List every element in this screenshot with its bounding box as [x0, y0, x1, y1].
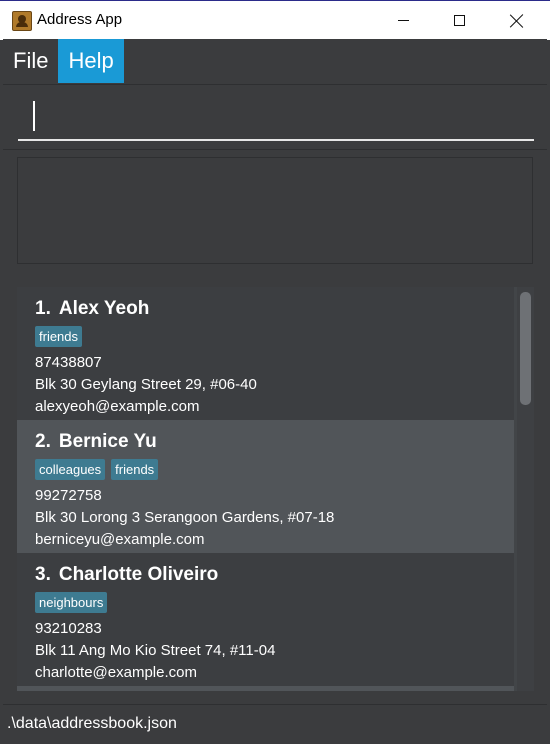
- minimize-button[interactable]: [374, 1, 432, 40]
- close-icon: [510, 14, 524, 28]
- person-card[interactable]: 2. Bernice Yu colleagues friends 99272758…: [17, 420, 514, 553]
- close-button[interactable]: [488, 1, 546, 40]
- person-name-row: 2. Bernice Yu: [35, 429, 514, 455]
- person-email: charlotte@example.com: [35, 664, 197, 681]
- tag-badge: friends: [35, 326, 83, 347]
- person-card[interactable]: 3. Charlotte Oliveiro neighbours 93210283…: [17, 553, 514, 686]
- person-list-area: 1. Alex Yeoh friends 87438807 Blk 30 Geyl…: [3, 272, 547, 704]
- person-address: Blk 30 Lorong 3 Serangoon Gardens, #07-1…: [35, 509, 335, 526]
- minimize-icon: [397, 20, 409, 21]
- menu-file[interactable]: File: [3, 39, 58, 83]
- person-card-partial: [17, 686, 514, 691]
- tag-list: neighbours: [35, 592, 514, 614]
- title-bar: Address App: [0, 0, 550, 40]
- person-address: Blk 30 Geylang Street 29, #06-40: [35, 376, 257, 393]
- tag-badge: colleagues: [35, 459, 106, 480]
- tag-list: colleagues friends: [35, 459, 514, 481]
- status-bar: .\data\addressbook.json: [3, 704, 547, 744]
- person-card[interactable]: 1. Alex Yeoh friends 87438807 Blk 30 Geyl…: [17, 287, 514, 420]
- person-name: Charlotte Oliveiro: [58, 564, 219, 585]
- person-name: Alex Yeoh: [58, 298, 150, 319]
- person-index: 2.: [35, 431, 51, 452]
- person-phone: 99272758: [35, 487, 102, 504]
- window-title: Address App: [37, 11, 123, 28]
- address-book-icon: [12, 11, 32, 31]
- status-file-path: .\data\addressbook.json: [7, 715, 177, 732]
- tag-badge: friends: [111, 459, 159, 480]
- person-phone: 87438807: [35, 354, 102, 371]
- maximize-icon: [453, 15, 465, 26]
- person-address: Blk 11 Ang Mo Kio Street 74, #11-04: [35, 642, 276, 659]
- result-display-area: [3, 149, 547, 273]
- text-caret: [33, 101, 35, 131]
- person-index: 3.: [35, 564, 51, 585]
- result-display: [17, 157, 533, 264]
- list-scrollbar[interactable]: [517, 287, 534, 691]
- maximize-button[interactable]: [430, 1, 488, 40]
- person-list: 1. Alex Yeoh friends 87438807 Blk 30 Geyl…: [17, 287, 534, 691]
- person-name: Bernice Yu: [58, 431, 157, 452]
- scrollbar-thumb[interactable]: [520, 292, 531, 405]
- person-email: berniceyu@example.com: [35, 531, 205, 548]
- person-index: 1.: [35, 298, 51, 319]
- command-input[interactable]: [18, 95, 534, 141]
- address-app-window: Address App File Help 1. Alex Yeoh frien…: [0, 0, 550, 744]
- person-name-row: 1. Alex Yeoh: [35, 296, 514, 322]
- person-name-row: 3. Charlotte Oliveiro: [35, 562, 514, 588]
- person-email: alexyeoh@example.com: [35, 398, 200, 415]
- person-phone: 93210283: [35, 620, 102, 637]
- menu-help[interactable]: Help: [58, 39, 124, 83]
- menu-bar: File Help: [3, 39, 547, 83]
- tag-badge: neighbours: [35, 592, 108, 613]
- tag-list: friends: [35, 326, 514, 348]
- command-box-area: [3, 84, 547, 149]
